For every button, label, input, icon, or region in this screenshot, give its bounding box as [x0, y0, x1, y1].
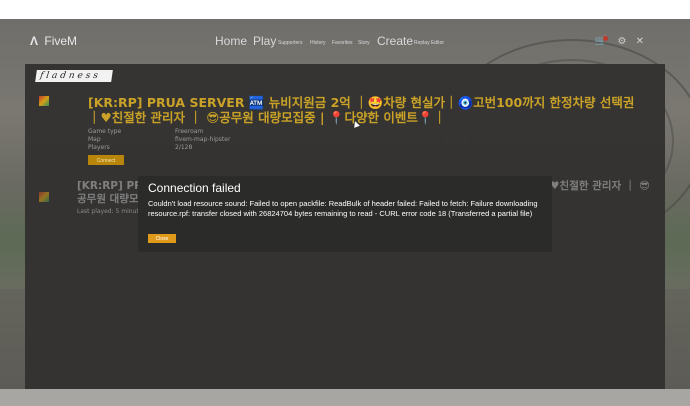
- nav-replay-editor[interactable]: Replay Editor: [414, 40, 444, 46]
- gear-icon[interactable]: ⚙: [617, 36, 626, 47]
- nav-supporters[interactable]: Supporters: [278, 40, 302, 46]
- nav-create[interactable]: Create: [377, 34, 413, 48]
- nav-story[interactable]: Story: [358, 40, 370, 46]
- nav-favorites[interactable]: Favorites: [332, 40, 353, 46]
- server-details: Game type Freeroam Map fivem-map-hipster P…: [88, 128, 231, 152]
- connect-button[interactable]: Connect: [88, 155, 124, 165]
- dialog-message: Couldn't load resource sound: Failed to …: [148, 199, 538, 218]
- server-icon-history: [39, 192, 49, 202]
- close-icon[interactable]: ✕: [636, 36, 644, 47]
- dialog-title: Connection failed: [148, 181, 241, 195]
- top-icons: 🛒 ⚙ ✕: [595, 36, 644, 47]
- fivem-logo-icon: Λ: [30, 34, 39, 48]
- screen: Λ FiveM Home Play Supporters History Fav…: [0, 0, 690, 406]
- fivem-logo-text: FiveM: [44, 34, 78, 48]
- fivem-logo[interactable]: Λ FiveM: [30, 34, 77, 48]
- detail-row: Map fivem-map-hipster: [88, 136, 231, 143]
- nav-play[interactable]: Play: [253, 34, 276, 48]
- search-filter-chip[interactable]: f l a d n e s s: [35, 70, 113, 82]
- nav-home[interactable]: Home: [215, 34, 247, 48]
- detail-row: Game type Freeroam: [88, 128, 204, 135]
- notification-badge: [603, 36, 609, 41]
- dialog-close-button[interactable]: Close: [148, 234, 176, 243]
- server-icon: [39, 96, 49, 106]
- server-name[interactable]: [KR:RP] PRUA SERVER 🏧 뉴비지원금 2억 ｜🤩차량 현실가｜…: [88, 95, 638, 125]
- detail-row: Players 2/128: [88, 144, 193, 151]
- nav-history[interactable]: History: [310, 40, 326, 46]
